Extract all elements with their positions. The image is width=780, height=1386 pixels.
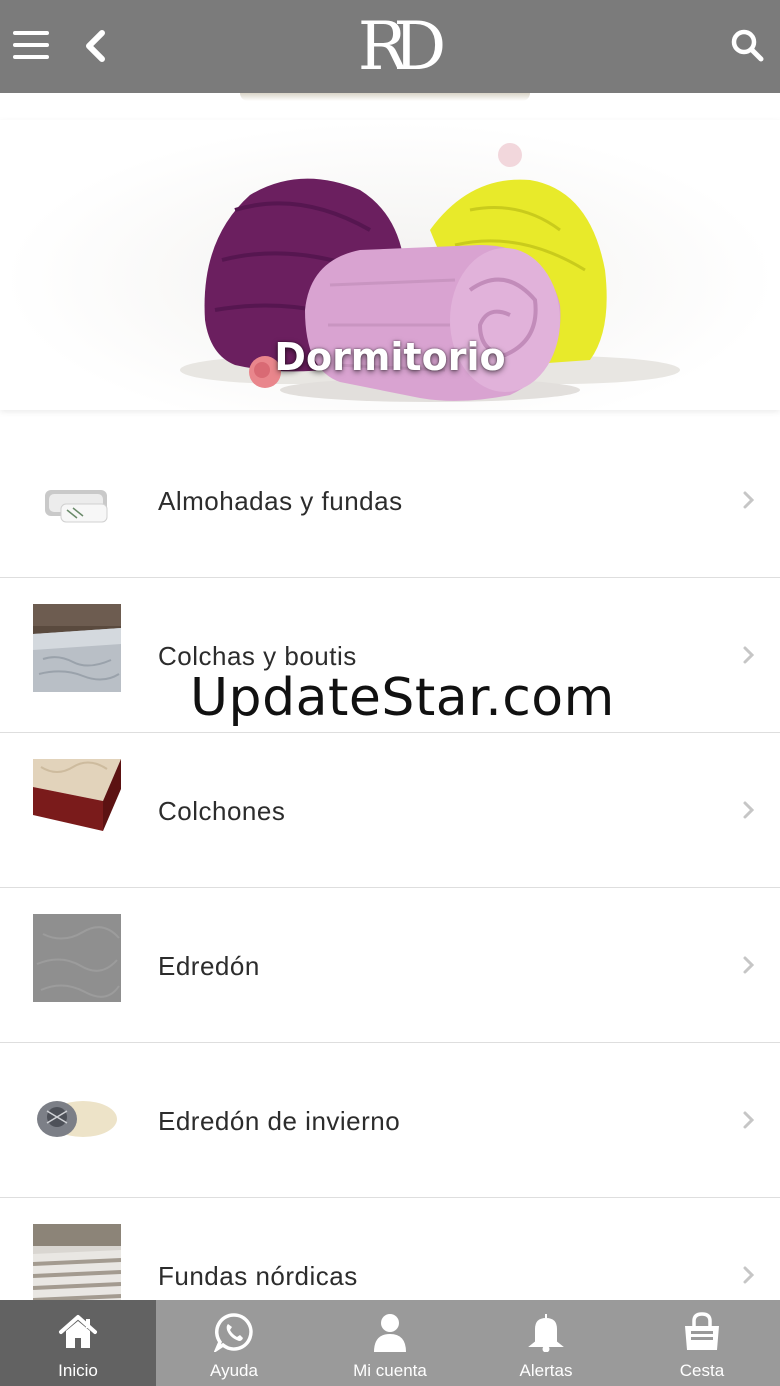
nav-item-cesta[interactable]: Cesta — [624, 1300, 780, 1386]
category-label: Edredón de invierno — [158, 1106, 401, 1136]
bottom-navigation-bar: Inicio Ayuda Mi cuenta Alertas Cesta — [0, 1300, 780, 1386]
nav-label: Ayuda — [210, 1361, 258, 1380]
list-item-colchones[interactable]: Colchones — [0, 733, 780, 888]
home-icon — [59, 1315, 97, 1348]
whatsapp-icon — [214, 1313, 253, 1352]
nav-label: Alertas — [519, 1361, 573, 1380]
nav-label: Mi cuenta — [353, 1361, 427, 1380]
chevron-left-icon[interactable] — [80, 27, 110, 65]
search-icon[interactable] — [730, 28, 766, 64]
chevron-right-icon — [743, 646, 755, 664]
nav-item-mi-cuenta[interactable]: Mi cuenta — [312, 1300, 468, 1386]
brand-logo[interactable]: RD — [340, 12, 450, 82]
chevron-right-icon — [743, 1266, 755, 1284]
hero-title: Dormitorio — [274, 335, 506, 379]
nav-item-ayuda[interactable]: Ayuda — [156, 1300, 312, 1386]
bedspread-thumbnail — [33, 604, 121, 692]
duvet-cover-thumbnail — [32, 1224, 122, 1312]
mattress-thumbnail — [33, 759, 121, 847]
nav-label: Cesta — [679, 1361, 725, 1380]
category-label: Fundas nórdicas — [158, 1261, 358, 1291]
chevron-right-icon — [743, 801, 755, 819]
list-item-almohadas[interactable]: Almohadas y fundas — [0, 423, 780, 578]
chevron-right-icon — [743, 956, 755, 974]
user-icon — [374, 1314, 406, 1352]
list-item-edredon[interactable]: Edredón — [0, 888, 780, 1043]
winter-duvet-thumbnail — [33, 1075, 121, 1163]
top-app-bar: RD — [0, 0, 780, 93]
chevron-right-icon — [743, 1111, 755, 1129]
nav-item-inicio[interactable]: Inicio — [0, 1300, 156, 1386]
category-label: Edredón — [158, 951, 260, 981]
list-item-edredon-invierno[interactable]: Edredón de invierno — [0, 1043, 780, 1198]
pillows-thumbnail — [33, 458, 121, 546]
duvet-thumbnail — [33, 914, 121, 1002]
category-label: Colchones — [158, 796, 286, 826]
hamburger-menu-icon[interactable] — [13, 30, 49, 60]
watermark-text: UpdateStar.com — [190, 668, 615, 728]
category-label: Almohadas y fundas — [158, 486, 403, 516]
bell-icon — [528, 1314, 564, 1352]
chevron-right-icon — [743, 491, 755, 509]
nav-item-alertas[interactable]: Alertas — [468, 1300, 624, 1386]
previous-banner-edge — [0, 93, 780, 110]
nav-label: Inicio — [58, 1361, 98, 1380]
shopping-bag-icon — [685, 1312, 719, 1350]
